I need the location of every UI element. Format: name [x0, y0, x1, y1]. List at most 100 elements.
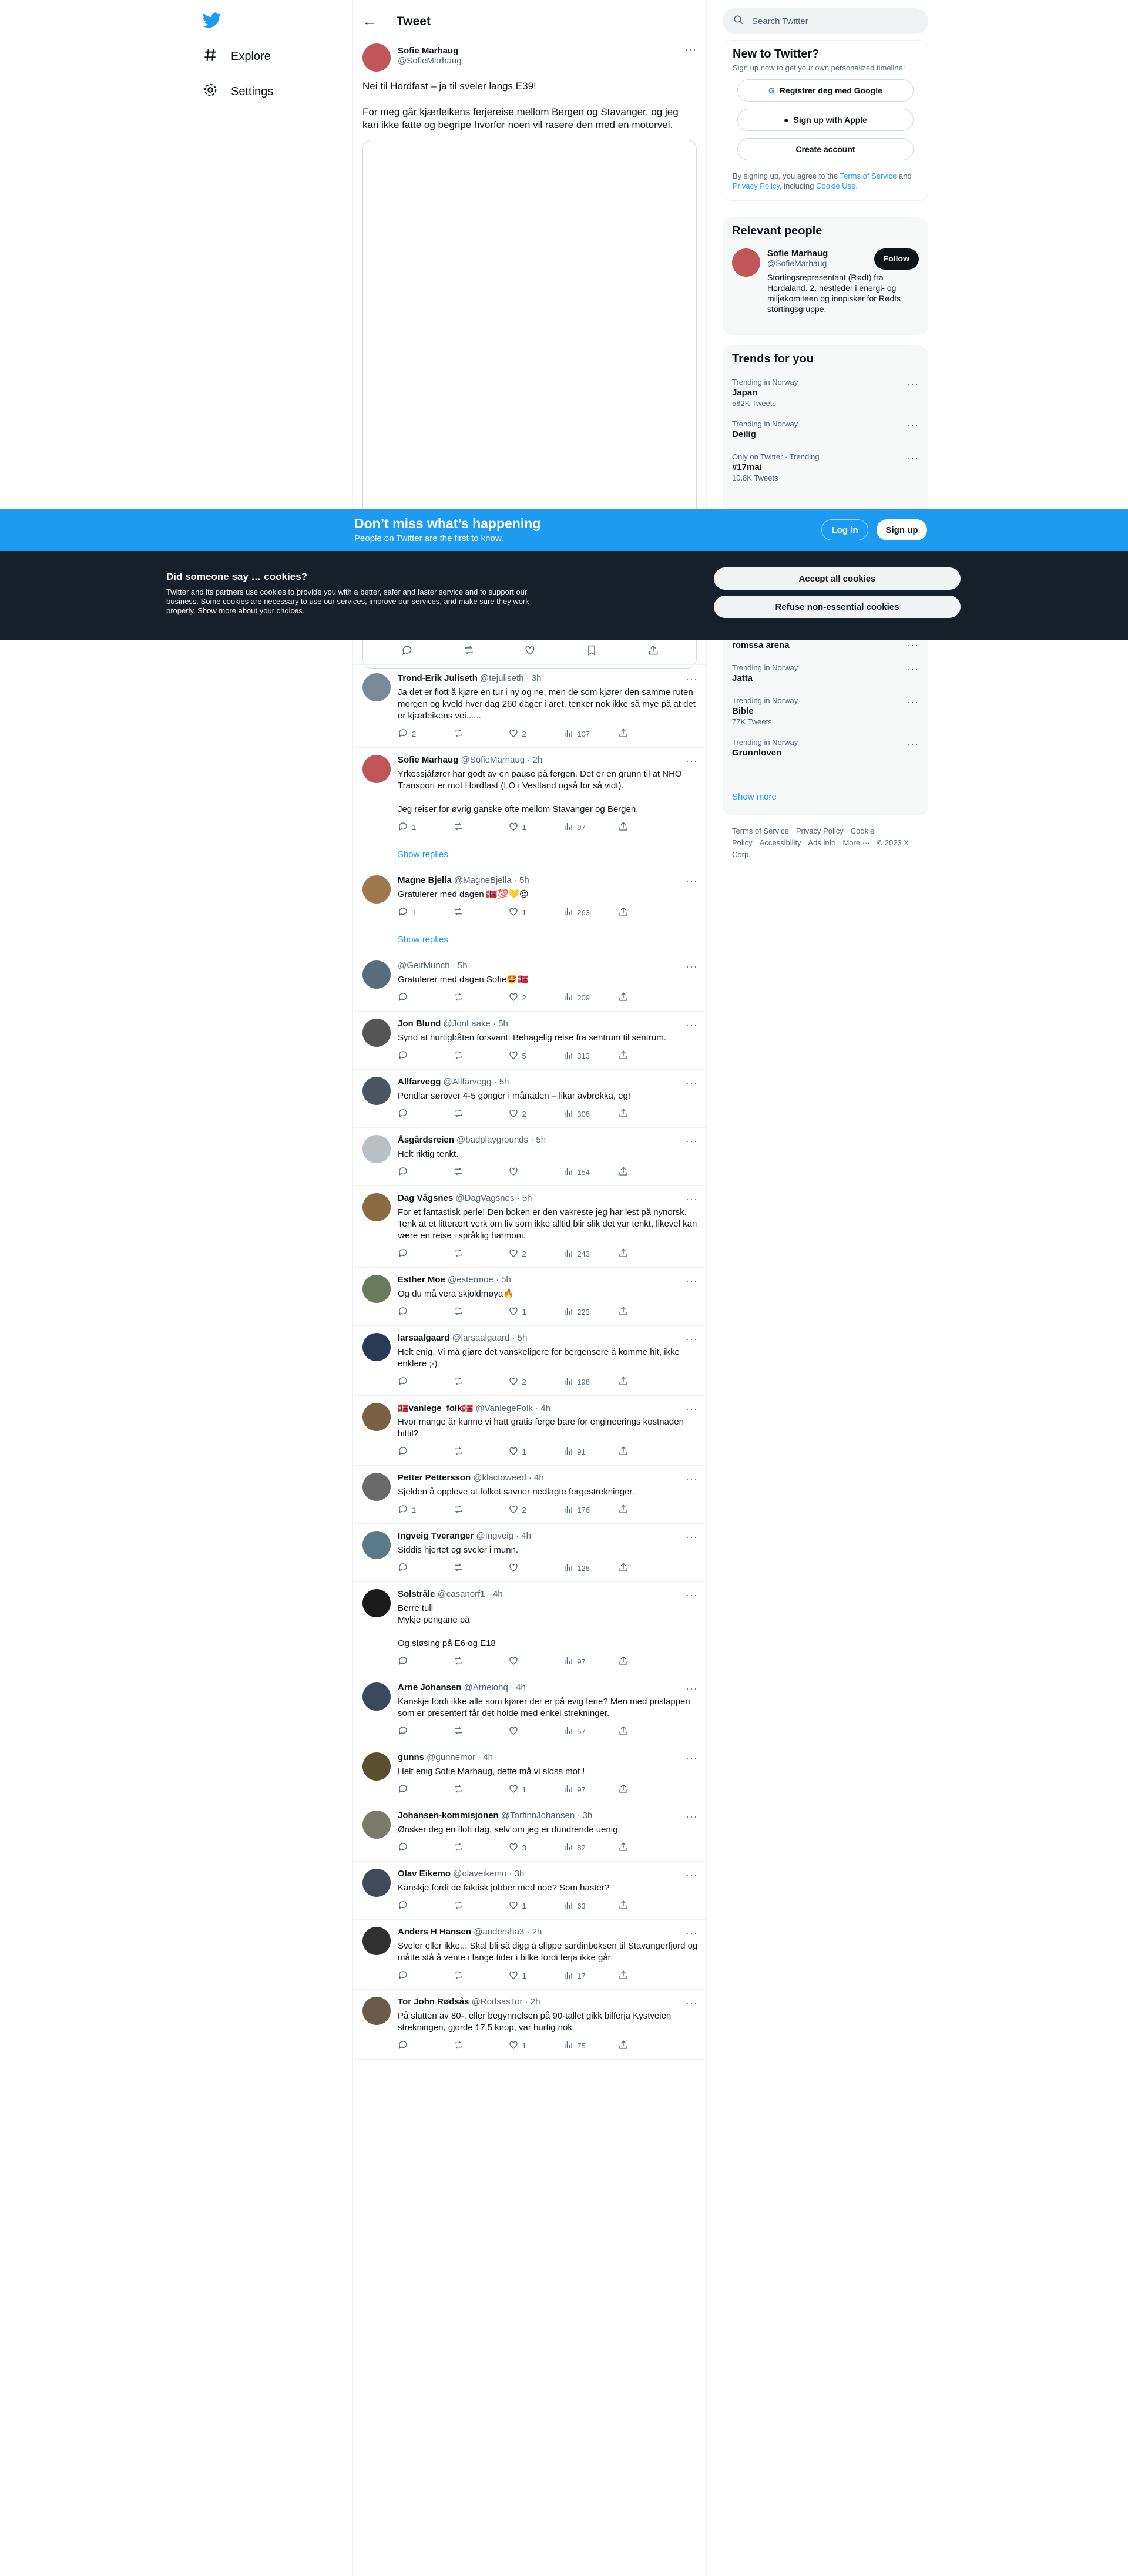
- more-icon[interactable]: ···: [686, 673, 698, 686]
- login-button[interactable]: Log in: [821, 519, 868, 540]
- share-button[interactable]: [618, 1446, 647, 1458]
- more-icon[interactable]: ···: [907, 738, 919, 759]
- cookie-use-link[interactable]: Cookie Use: [816, 182, 855, 190]
- reply-author-handle[interactable]: @Arneiohq: [464, 1682, 508, 1692]
- person-name[interactable]: Sofie Marhaug: [767, 248, 828, 258]
- reply-time[interactable]: 5h: [518, 1333, 528, 1343]
- like-button[interactable]: 5: [508, 1050, 538, 1062]
- reply-author-handle[interactable]: @olaveikemo: [453, 1869, 506, 1879]
- avatar[interactable]: [362, 755, 391, 783]
- more-icon[interactable]: ···: [686, 1997, 698, 2009]
- reply-button[interactable]: [398, 1446, 427, 1458]
- more-icon[interactable]: ···: [907, 419, 919, 441]
- search-input[interactable]: Search Twitter: [752, 16, 808, 26]
- nav-explore[interactable]: Explore: [203, 47, 271, 66]
- share-button[interactable]: [618, 1248, 647, 1260]
- reply-author-handle[interactable]: @klactoweed: [473, 1473, 526, 1483]
- more-icon[interactable]: ···: [686, 1589, 698, 1601]
- more-icon[interactable]: ···: [686, 1403, 698, 1415]
- views-button[interactable]: 198: [563, 1376, 592, 1388]
- trend-item[interactable]: Trending in Norway Grunnloven ···: [732, 738, 919, 759]
- avatar[interactable]: [362, 1869, 391, 1897]
- more-icon[interactable]: ···: [686, 1811, 698, 1823]
- reply-button[interactable]: [398, 992, 427, 1004]
- share-button[interactable]: [618, 1306, 647, 1318]
- retweet-button[interactable]: [453, 1504, 482, 1516]
- reply-author-name[interactable]: Tor John Rødsås: [398, 1997, 469, 2007]
- reply-time[interactable]: 4h: [483, 1752, 493, 1762]
- share-button[interactable]: [618, 1050, 647, 1062]
- author-handle[interactable]: @SofieMarhaug: [398, 56, 677, 66]
- more-icon[interactable]: ···: [686, 1752, 698, 1765]
- reply-author-name[interactable]: Johansen-kommisjonen: [398, 1811, 499, 1821]
- reply-button[interactable]: 2: [398, 728, 427, 740]
- reply-author-handle[interactable]: @gunnemor: [427, 1752, 475, 1762]
- reply-time[interactable]: 5h: [522, 1193, 532, 1203]
- more-icon[interactable]: ···: [686, 1077, 698, 1089]
- trend-item[interactable]: Trending in Norway Bible 77K Tweets ···: [732, 696, 919, 726]
- reply-button[interactable]: 1: [398, 906, 427, 919]
- cookie-choices-link[interactable]: Show more about your choices.: [197, 606, 304, 615]
- reply-tweet[interactable]: Allfarvegg @Allfarvegg · 5h ··· Pendlar …: [353, 1070, 707, 1128]
- reply-author-name[interactable]: Åsgårdsreien: [398, 1135, 454, 1145]
- share-button[interactable]: [618, 1784, 647, 1796]
- like-button[interactable]: 2: [508, 1376, 538, 1388]
- reply-author-handle[interactable]: @VanlegeFolk: [475, 1403, 533, 1413]
- reply-time[interactable]: 5h: [458, 960, 468, 970]
- share-button[interactable]: [618, 728, 647, 740]
- avatar[interactable]: [362, 1811, 391, 1839]
- share-button[interactable]: [618, 1376, 647, 1388]
- reply-author-handle[interactable]: @DagVagsnes: [455, 1193, 514, 1203]
- reply-author-name[interactable]: Anders H Hansen: [398, 1927, 471, 1937]
- reply-time[interactable]: 4h: [516, 1682, 526, 1692]
- views-button[interactable]: 57: [563, 1725, 592, 1738]
- reply-author-handle[interactable]: @tejuliseth: [480, 673, 523, 683]
- reply-author-name[interactable]: Arne Johansen: [398, 1682, 461, 1692]
- avatar[interactable]: [362, 1403, 391, 1431]
- views-button[interactable]: 75: [563, 2040, 592, 2052]
- views-button[interactable]: 107: [563, 728, 592, 740]
- avatar[interactable]: [362, 1752, 391, 1781]
- avatar[interactable]: [362, 1927, 391, 1955]
- views-button[interactable]: 97: [563, 1784, 592, 1796]
- like-button[interactable]: 1: [508, 906, 538, 919]
- views-button[interactable]: 243: [563, 1248, 592, 1260]
- share-icon[interactable]: [647, 644, 659, 659]
- apple-signup-button[interactable]: ● Sign up with Apple: [737, 109, 914, 131]
- reply-button[interactable]: [398, 1376, 427, 1388]
- like-button[interactable]: 1: [508, 1900, 538, 1912]
- share-button[interactable]: [618, 992, 647, 1004]
- views-button[interactable]: 82: [563, 1842, 592, 1854]
- retweet-button[interactable]: [453, 1108, 482, 1120]
- reply-time[interactable]: 3h: [515, 1869, 525, 1879]
- avatar[interactable]: [362, 960, 391, 989]
- retweet-button[interactable]: [453, 821, 482, 834]
- reply-tweet[interactable]: 🇳🇴vanlege_folk🇳🇴 @VanlegeFolk · 4h ··· H…: [353, 1396, 707, 1466]
- share-button[interactable]: [618, 906, 647, 919]
- avatar[interactable]: [732, 248, 760, 277]
- reply-author-handle[interactable]: @larsaalgaard: [452, 1333, 510, 1343]
- reply-author-handle[interactable]: @estermoe: [448, 1275, 494, 1285]
- reply-author-name[interactable]: Solstråle: [398, 1589, 435, 1599]
- reply-time[interactable]: 5h: [536, 1135, 546, 1145]
- show-more-link[interactable]: Show more: [732, 792, 777, 802]
- more-icon[interactable]: ···: [907, 696, 919, 726]
- reply-author-handle[interactable]: @SofieMarhaug: [461, 755, 525, 765]
- accept-cookies-button[interactable]: Accept all cookies: [714, 567, 961, 590]
- privacy-link[interactable]: Privacy Policy: [733, 182, 780, 190]
- like-button[interactable]: 2: [508, 1504, 538, 1516]
- reply-button[interactable]: [398, 1306, 427, 1318]
- like-button[interactable]: [508, 1655, 538, 1668]
- retweet-button[interactable]: [453, 1900, 482, 1912]
- reply-author-name[interactable]: Ingveig Tveranger: [398, 1531, 474, 1541]
- retweet-button[interactable]: [453, 1376, 482, 1388]
- footer-link[interactable]: More ···: [842, 838, 870, 847]
- reply-author-handle[interactable]: @TorfinnJohansen: [501, 1811, 575, 1821]
- nav-settings[interactable]: Settings: [203, 82, 273, 101]
- reply-tweet[interactable]: Magne Bjella @MagneBjella · 5h ··· Gratu…: [353, 868, 707, 926]
- avatar[interactable]: [362, 1589, 391, 1617]
- reply-time[interactable]: 2h: [533, 755, 543, 765]
- twitter-logo-icon[interactable]: [202, 11, 224, 32]
- reply-author-name[interactable]: Olav Eikemo: [398, 1869, 451, 1879]
- back-arrow-icon[interactable]: ←: [362, 14, 377, 30]
